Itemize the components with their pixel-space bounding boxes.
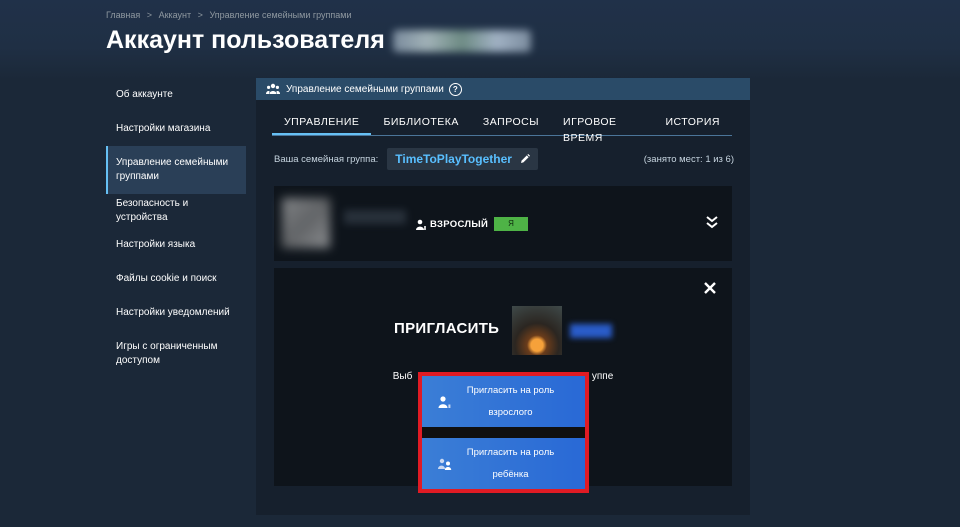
friend-avatar [512, 306, 562, 355]
sidebar-item-label: Управление семейными группами [116, 157, 229, 182]
invite-adult-line1: Пригласить на роль [466, 384, 555, 396]
panel-header-title: Управление семейными группами [286, 83, 444, 95]
sidebar-item-store-settings[interactable]: Настройки магазина [106, 112, 246, 146]
choose-text-right: уппе [591, 371, 614, 382]
family-group-icon [266, 83, 280, 94]
blurred-username [392, 29, 531, 52]
blurred-member-name [344, 210, 406, 224]
adult-person-icon [416, 219, 426, 230]
tab-bar: УПРАВЛЕНИЕ БИБЛИОТЕКА ЗАПРОСЫ ИГРОВОЕ ВР… [272, 114, 732, 144]
sidebar-item-notifications[interactable]: Настройки уведомлений [106, 296, 246, 330]
child-person-icon [438, 458, 452, 470]
panel-header: Управление семейными группами ? [256, 78, 750, 100]
sidebar-item-label: Игры с ограниченным доступом [116, 341, 218, 366]
tab-history[interactable]: ИСТОРИЯ [653, 114, 732, 135]
slots-counter: (занято мест: 1 из 6) [643, 153, 734, 165]
page-title-text: Аккаунт пользователя [106, 26, 385, 54]
group-name-chip[interactable]: TimeToPlayTogether [387, 148, 538, 170]
sidebar-item-language[interactable]: Настройки языка [106, 228, 246, 262]
me-badge: Я [494, 217, 528, 231]
group-label: Ваша семейная группа: [274, 153, 379, 165]
family-group-row: Ваша семейная группа: TimeToPlayTogether… [274, 148, 734, 170]
tab-playtime[interactable]: ИГРОВОЕ ВРЕМЯ [551, 114, 653, 144]
sidebar-item-label: Настройки языка [116, 239, 196, 250]
adult-person-icon [438, 395, 451, 408]
sidebar-item-label: Настройки магазина [116, 123, 211, 134]
breadcrumb-account[interactable]: Аккаунт [159, 10, 192, 20]
sidebar-item-family[interactable]: Управление семейными группами [106, 146, 246, 194]
group-name: TimeToPlayTogether [395, 152, 512, 166]
sidebar-item-cookies[interactable]: Файлы cookie и поиск [106, 262, 246, 296]
sidebar-item-restricted-games[interactable]: Игры с ограниченным доступом [106, 330, 246, 378]
close-icon[interactable] [704, 282, 716, 294]
invite-title: ПРИГЛАСИТЬ [394, 320, 500, 337]
sidebar-item-label: Об аккаунте [116, 89, 173, 100]
sidebar-item-label: Настройки уведомлений [116, 307, 230, 318]
tab-manage[interactable]: УПРАВЛЕНИЕ [272, 114, 372, 135]
breadcrumb-home[interactable]: Главная [106, 10, 140, 20]
sidebar-item-about[interactable]: Об аккаунте [106, 78, 246, 112]
tab-requests[interactable]: ЗАПРОСЫ [471, 114, 551, 135]
invite-adult-line2: взрослого [488, 406, 533, 418]
sidebar-item-security[interactable]: Безопасность и устройства [106, 194, 246, 228]
invite-role-menu-highlight: Пригласить на роль взрослого Пригласить … [418, 372, 589, 493]
tab-library[interactable]: БИБЛИОТЕКА [371, 114, 470, 135]
chevron-double-down-icon[interactable] [706, 215, 718, 229]
invite-child-line2: ребёнка [492, 468, 529, 480]
member-card: ВЗРОСЛЫЙ Я [274, 186, 732, 261]
member-role: ВЗРОСЛЫЙ [430, 219, 489, 230]
breadcrumb: Главная > Аккаунт > Управление семейными… [106, 10, 356, 20]
sidebar-item-label: Безопасность и устройства [116, 198, 189, 223]
breadcrumb-family[interactable]: Управление семейными группами [209, 10, 351, 20]
help-icon[interactable]: ? [448, 82, 462, 96]
invite-child-button[interactable]: Пригласить на роль ребёнка [422, 438, 585, 489]
breadcrumb-separator: > [146, 10, 153, 20]
sidebar-item-label: Файлы cookie и поиск [116, 273, 217, 284]
invite-adult-button[interactable]: Пригласить на роль взрослого [422, 376, 585, 427]
invite-adult-label: Пригласить на роль взрослого [452, 380, 585, 424]
blurred-friend-name [570, 324, 612, 338]
choose-text-left: Выб [392, 371, 413, 382]
invite-child-line1: Пригласить на роль [466, 446, 555, 458]
breadcrumb-separator: > [197, 10, 203, 20]
page-title: Аккаунт пользователя [106, 26, 531, 55]
invite-child-label: Пригласить на роль ребёнка [452, 442, 585, 486]
sidebar: Об аккаунте Настройки магазина Управлени… [106, 78, 246, 378]
pencil-icon[interactable] [520, 154, 530, 164]
member-avatar [282, 198, 330, 248]
